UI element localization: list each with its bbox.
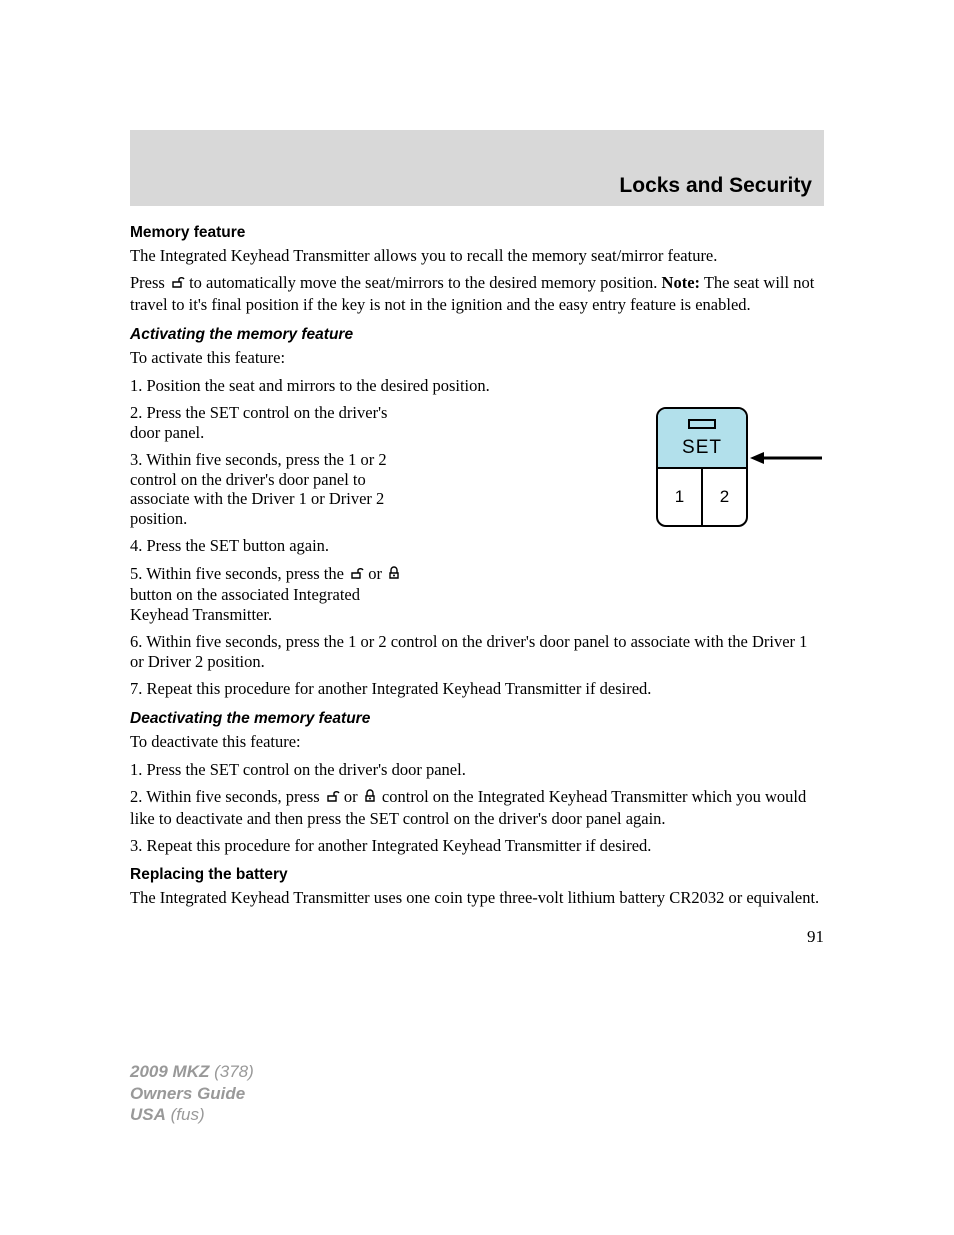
lock-icon: [362, 788, 378, 808]
section-header: Locks and Security: [130, 130, 824, 206]
set-indicator-led: [688, 419, 716, 429]
deactivating-s2: 2. Within five seconds, press or control…: [130, 787, 824, 828]
heading-battery: Replacing the battery: [130, 866, 824, 884]
activating-s3: 3. Within five seconds, press the 1 or 2…: [130, 450, 420, 528]
section-title: Locks and Security: [619, 174, 812, 198]
footer-region-code: (fus): [166, 1105, 205, 1124]
activating-s5b: or: [364, 564, 386, 583]
memory-p2: Press to automatically move the seat/mir…: [130, 273, 824, 314]
arrow-icon: [750, 449, 822, 467]
deactivating-s3: 3. Repeat this procedure for another Int…: [130, 836, 824, 855]
activating-s7: 7. Repeat this procedure for another Int…: [130, 679, 824, 698]
deactivating-s2a: 2. Within five seconds, press: [130, 787, 324, 806]
activating-s5: 5. Within five seconds, press the or but…: [130, 564, 420, 624]
deactivating-s2b: or: [340, 787, 362, 806]
activating-s1: 1. Position the seat and mirrors to the …: [130, 376, 824, 395]
unlock-icon: [348, 565, 364, 585]
set-control-box: SET 1 2: [656, 407, 748, 527]
activating-s5c: button on the associated Integrated Keyh…: [130, 585, 360, 623]
memory-p2b: to automatically move the seat/mirrors t…: [185, 273, 662, 292]
heading-deactivating: Deactivating the memory feature: [130, 710, 824, 728]
set-control-diagram: SET 1 2: [656, 407, 824, 527]
footer-guide: Owners Guide: [130, 1083, 254, 1104]
set-button-1: 1: [658, 469, 703, 525]
set-control-top: SET: [658, 409, 746, 469]
heading-activating: Activating the memory feature: [130, 326, 824, 344]
page-number: 91: [130, 927, 824, 947]
activating-s5a: 5. Within five seconds, press the: [130, 564, 348, 583]
set-button-2: 2: [703, 469, 746, 525]
footer-region: USA: [130, 1105, 166, 1124]
set-label: SET: [658, 437, 746, 459]
footer-model: 2009 MKZ: [130, 1062, 209, 1081]
lock-icon: [386, 565, 402, 585]
battery-p1: The Integrated Keyhead Transmitter uses …: [130, 888, 824, 907]
heading-memory-feature: Memory feature: [130, 224, 824, 242]
deactivating-s1: 1. Press the SET control on the driver's…: [130, 760, 824, 779]
activating-intro: To activate this feature:: [130, 348, 824, 367]
set-buttons-row: 1 2: [658, 469, 746, 525]
memory-p1: The Integrated Keyhead Transmitter allow…: [130, 246, 824, 265]
activating-s2: 2. Press the SET control on the driver's…: [130, 403, 420, 442]
note-label: Note:: [662, 273, 700, 292]
footer-code: (378): [209, 1062, 253, 1081]
unlock-icon: [169, 274, 185, 294]
activating-s6: 6. Within five seconds, press the 1 or 2…: [130, 632, 824, 671]
memory-p2a: Press: [130, 273, 169, 292]
footer-imprint: 2009 MKZ (378) Owners Guide USA (fus): [130, 1061, 254, 1125]
deactivating-intro: To deactivate this feature:: [130, 732, 824, 751]
activating-s4: 4. Press the SET button again.: [130, 536, 420, 555]
unlock-icon: [324, 788, 340, 808]
